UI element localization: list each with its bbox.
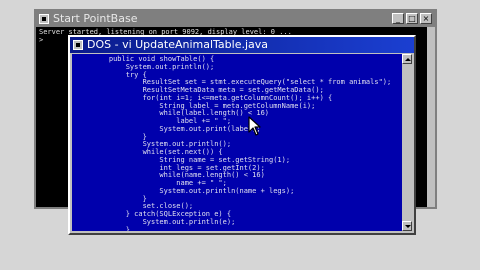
- pointbase-window-controls: _ □ ×: [392, 13, 432, 24]
- scroll-down-arrow-icon[interactable]: [402, 221, 412, 231]
- pointbase-minimize-button[interactable]: _: [392, 13, 404, 24]
- dos-window-title: DOS - vi UpdateAnimalTable.java: [87, 38, 269, 51]
- console-app-icon[interactable]: [39, 14, 49, 24]
- java-source-code: public void showTable() { System.out.pri…: [72, 54, 404, 231]
- pointbase-close-button[interactable]: ×: [420, 13, 432, 24]
- dos-titlebar[interactable]: DOS - vi UpdateAnimalTable.java: [70, 37, 414, 53]
- dos-scrollbar[interactable]: [402, 54, 412, 231]
- pointbase-window-title: Start PointBase: [53, 12, 138, 25]
- dos-window[interactable]: DOS - vi UpdateAnimalTable.java public v…: [68, 35, 416, 235]
- code-line: }: [92, 225, 130, 231]
- vi-editor-screen[interactable]: public void showTable() { System.out.pri…: [72, 54, 404, 231]
- mouse-pointer-icon: [248, 116, 261, 136]
- scroll-up-arrow-icon[interactable]: [402, 54, 412, 64]
- code-line: System.out.println(e);: [92, 217, 236, 226]
- pointbase-maximize-button[interactable]: □: [406, 13, 418, 24]
- dos-app-icon[interactable]: [73, 40, 83, 50]
- pointbase-scrollbar[interactable]: [427, 27, 435, 207]
- pointbase-titlebar[interactable]: Start PointBase _ □ ×: [36, 11, 435, 27]
